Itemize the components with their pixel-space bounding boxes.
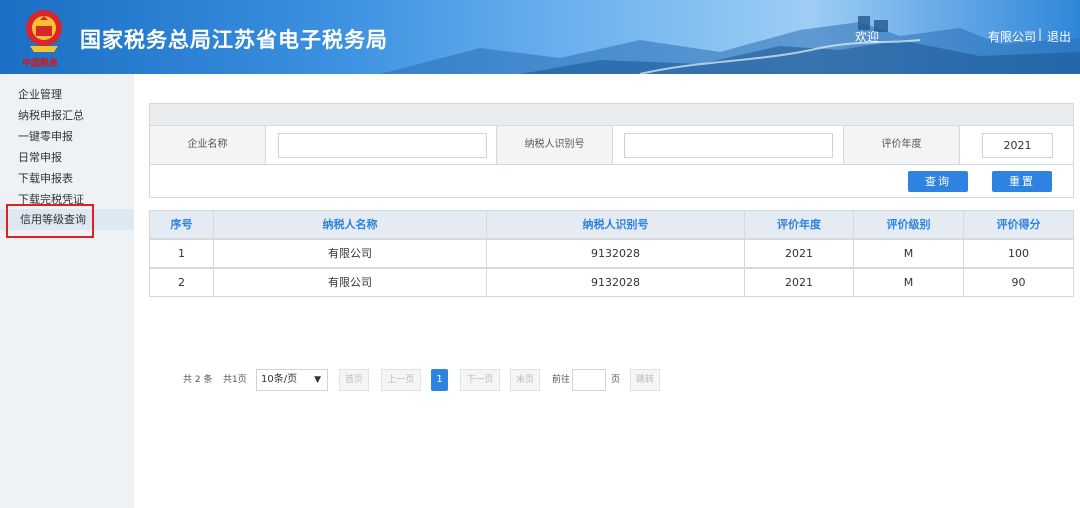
top-banner: 中国税务 国家税务总局江苏省电子税务局 欢迎 有限公司 | 退出 [0, 0, 1080, 74]
taxid-label: 纳税人识别号 [497, 126, 612, 164]
results-table: 序号 纳税人名称 纳税人识别号 评价年度 评价级别 评价得分 1 有限公司 91… [149, 210, 1074, 297]
company-name: 有限公司 [988, 30, 1037, 44]
site-title: 国家税务总局江苏省电子税务局 [80, 28, 388, 52]
cell-taxid: 9132028 [486, 239, 745, 268]
page-1-button[interactable]: 1 [431, 369, 448, 391]
search-row: 企业名称 纳税人识别号 评价年度 2021 [149, 126, 1074, 165]
company-name-label: 企业名称 [150, 126, 265, 164]
cell-taxid: 9132028 [486, 268, 745, 297]
cell-level: M [853, 268, 964, 297]
chevron-down-icon: ▼ [314, 375, 321, 385]
panel-header [149, 103, 1074, 126]
last-page-button[interactable]: 末页 [510, 369, 540, 391]
year-input[interactable]: 2021 [982, 133, 1053, 158]
highlight-box [6, 204, 94, 238]
table-row[interactable]: 1 有限公司 9132028 2021 M 100 [149, 239, 1074, 268]
tax-emblem-icon [26, 10, 62, 52]
prev-page-button[interactable]: 上一页 [381, 369, 421, 391]
cell-taxpayer-name: 有限公司 [213, 239, 487, 268]
col-header-level: 评价级别 [853, 210, 964, 239]
company-name-input[interactable] [278, 133, 487, 158]
cell-index: 2 [149, 268, 214, 297]
brand-small-text: 中国税务 [22, 59, 59, 69]
taxid-cell [612, 126, 844, 164]
page-size-select[interactable]: 10条/页 ▼ [256, 369, 328, 391]
table-row[interactable]: 2 有限公司 9132028 2021 M 90 [149, 268, 1074, 297]
cell-index: 1 [149, 239, 214, 268]
cell-level: M [853, 239, 964, 268]
col-header-score: 评价得分 [963, 210, 1074, 239]
col-header-index: 序号 [149, 210, 214, 239]
goto-page-input[interactable] [572, 369, 606, 391]
taxid-input[interactable] [624, 133, 833, 158]
cell-year: 2021 [744, 239, 854, 268]
col-header-year: 评价年度 [744, 210, 854, 239]
header-separator: | [1038, 27, 1043, 41]
table-header-row: 序号 纳税人名称 纳税人识别号 评价年度 评价级别 评价得分 [149, 210, 1074, 239]
page-size-value: 10条/页 [261, 374, 298, 385]
reset-button[interactable]: 重置 [992, 171, 1052, 192]
welcome-text: 欢迎 [855, 30, 880, 44]
logout-link[interactable]: 退出 [1047, 28, 1071, 45]
year-cell: 2021 [959, 126, 1073, 164]
sidebar-item-tax-summary[interactable]: 纳税申报汇总 [0, 105, 134, 126]
jump-button[interactable]: 跳转 [630, 369, 660, 391]
total-count: 共 2 条 [183, 375, 213, 385]
sidebar-item-download-forms[interactable]: 下载申报表 [0, 168, 134, 189]
total-pages: 共1页 [223, 375, 247, 385]
company-name-cell [265, 126, 497, 164]
cell-score: 90 [963, 268, 1074, 297]
sidebar-item-enterprise-management[interactable]: 企业管理 [0, 84, 134, 105]
year-label: 评价年度 [844, 126, 959, 164]
col-header-taxid: 纳税人识别号 [486, 210, 745, 239]
sidebar-item-zero-declaration[interactable]: 一键零申报 [0, 126, 134, 147]
col-header-taxpayer-name: 纳税人名称 [213, 210, 487, 239]
goto-label: 前往 [552, 375, 571, 385]
next-page-button[interactable]: 下一页 [460, 369, 500, 391]
button-row: 查询 重置 [149, 165, 1074, 198]
cell-year: 2021 [744, 268, 854, 297]
cell-score: 100 [963, 239, 1074, 268]
first-page-button[interactable]: 首页 [339, 369, 369, 391]
cell-taxpayer-name: 有限公司 [213, 268, 487, 297]
sidebar-item-daily-declaration[interactable]: 日常申报 [0, 147, 134, 168]
sidebar: 企业管理 纳税申报汇总 一键零申报 日常申报 下载申报表 下载完税凭证 信用等级… [0, 74, 134, 508]
search-panel: 企业名称 纳税人识别号 评价年度 2021 查询 重置 [149, 103, 1074, 198]
page-unit-label: 页 [611, 375, 621, 385]
query-button[interactable]: 查询 [908, 171, 968, 192]
